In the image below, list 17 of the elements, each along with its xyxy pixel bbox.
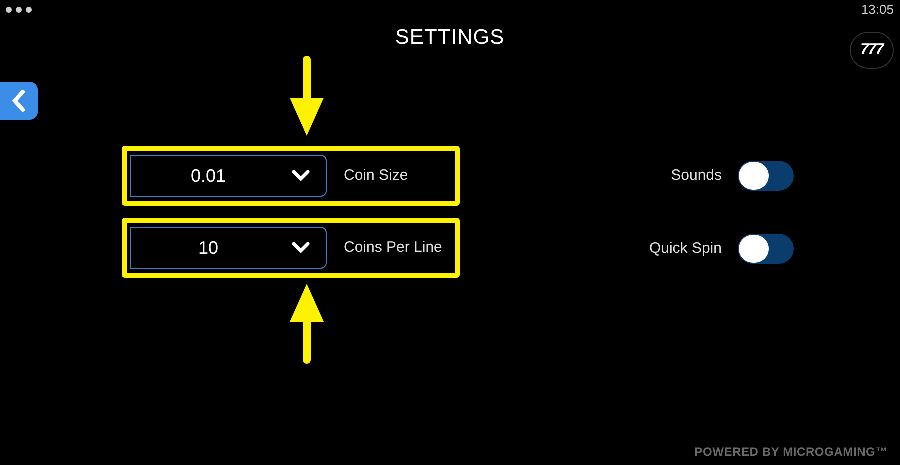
toggle-label: Quick Spin [649, 238, 722, 259]
footer-credit: POWERED BY MICROGAMING™ [694, 444, 888, 461]
toggle-switch[interactable] [738, 161, 794, 191]
page-title: SETTINGS [395, 25, 505, 51]
clock-time: 13:05 [861, 1, 894, 20]
field-label: Coin Size [344, 166, 408, 186]
chevron-left-icon [12, 90, 26, 112]
dropdown[interactable]: 0.01 [130, 155, 327, 197]
back-button[interactable] [0, 82, 38, 120]
field-label: Coins Per Line [344, 238, 442, 258]
toggle-label: Sounds [671, 166, 722, 186]
chevron-down-icon [292, 242, 310, 254]
more-icon[interactable] [6, 7, 32, 13]
logo-badge[interactable]: 777 [850, 32, 894, 69]
dropdown[interactable]: 10 [130, 227, 327, 269]
toggle-switch[interactable] [738, 234, 794, 264]
chevron-down-icon [292, 170, 310, 182]
